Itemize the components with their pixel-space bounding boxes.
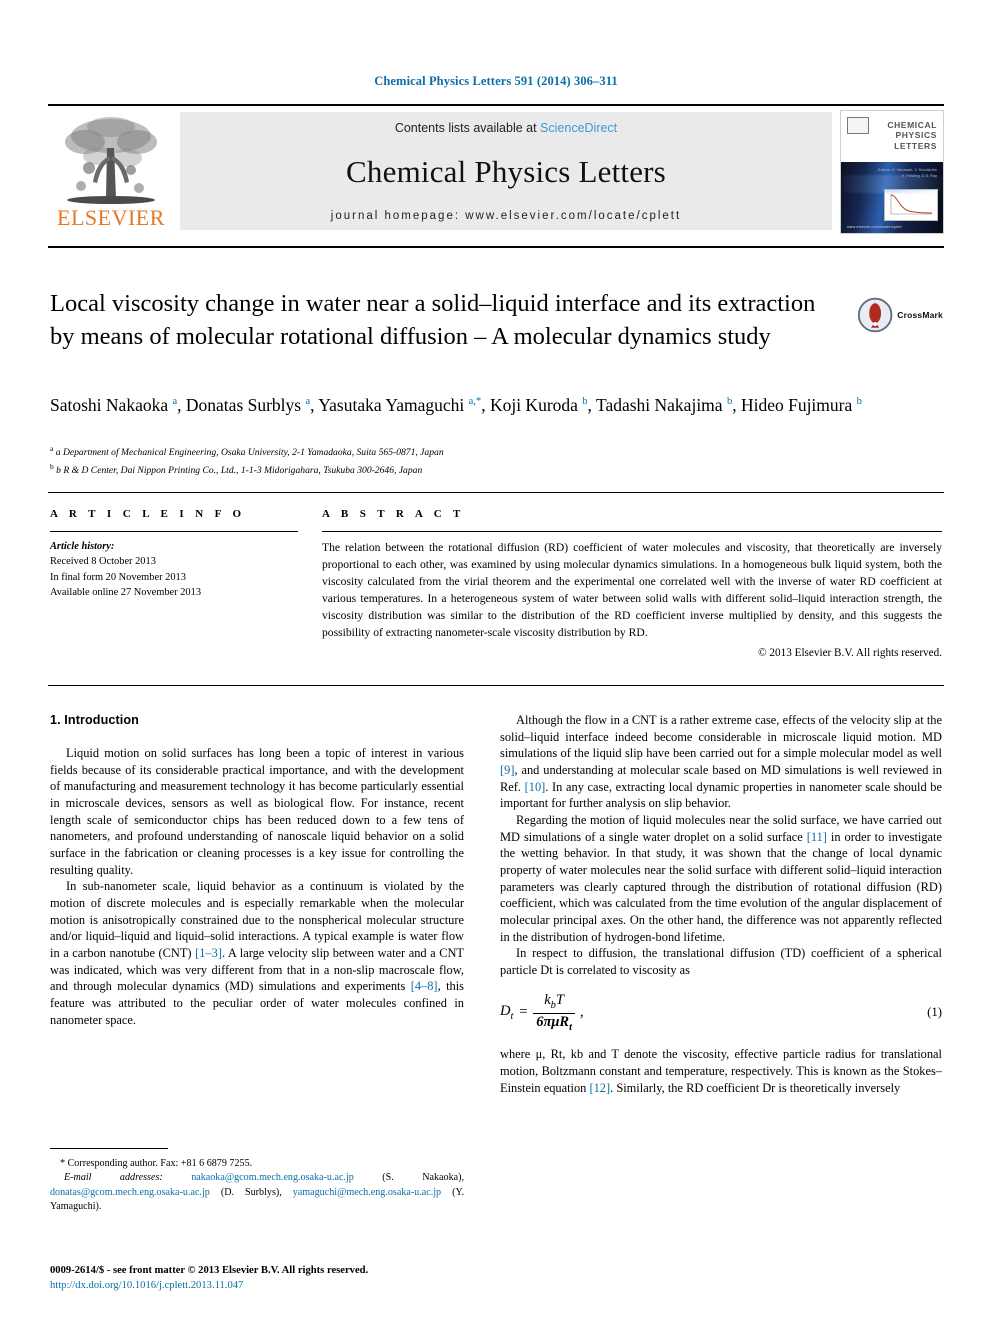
imprint-block: 0009-2614/$ - see front matter © 2013 El… — [50, 1263, 510, 1294]
citation-link[interactable]: [9] — [500, 763, 514, 777]
elsevier-wordmark: ELSEVIER — [57, 205, 165, 230]
article-info-section: A R T I C L E I N F O Article history: R… — [50, 508, 298, 601]
abstract-copyright: © 2013 Elsevier B.V. All rights reserved… — [758, 646, 942, 659]
email-link-2[interactable]: donatas@gcom.mech.eng.osaka-u.ac.jp — [50, 1187, 210, 1198]
article-history-label: Article history: — [50, 541, 115, 552]
crossmark-icon — [857, 297, 893, 333]
crossmark-badge[interactable]: CrossMark — [857, 291, 943, 339]
citation-link[interactable]: [4–8] — [411, 979, 438, 993]
cover-artwork: Editors: D. Neumark, V. Sundström H. Fie… — [841, 162, 943, 233]
cover-url: www.elsevier.com/locate/cplett — [847, 224, 902, 229]
abstract-rule — [322, 531, 942, 532]
equation-1: Dt = kbT 6πμRt , (1) — [500, 991, 942, 1034]
cover-journal-title: CHEMICAL PHYSICS LETTERS — [887, 120, 937, 151]
cover-elsevier-mark-icon — [847, 117, 869, 134]
cover-title-line-2: PHYSICS — [895, 130, 937, 141]
equation-numerator-tail: T — [555, 991, 564, 1008]
email-owner-1: (S. Nakaoka), — [353, 1172, 464, 1184]
footnote-divider — [50, 1148, 168, 1149]
paragraph: Regarding the motion of liquid molecules… — [500, 812, 942, 945]
sciencedirect-link[interactable]: ScienceDirect — [540, 121, 617, 135]
cover-top: CHEMICAL PHYSICS LETTERS — [841, 111, 943, 163]
cover-editors: Editors: D. Neumark, V. Sundström H. Fie… — [878, 168, 937, 179]
abstract-heading: A B S T R A C T — [322, 508, 465, 520]
affiliation-b: b b R & D Center, Dai Nippon Printing Co… — [50, 461, 423, 476]
body-column-right: Although the flow in a CNT is a rather e… — [500, 712, 942, 1096]
paragraph-part: . In any case, extracting local dynamic … — [500, 779, 942, 811]
paragraph-part: in order to investigate the wetting beha… — [500, 829, 942, 944]
cover-title-line-1: CHEMICAL — [887, 120, 937, 130]
article-history-final-form: In final form 20 November 2013 — [50, 571, 186, 583]
article-info-rule — [50, 531, 298, 532]
section-heading-introduction: 1. Introduction — [50, 713, 139, 727]
article-history-received: Received 8 October 2013 — [50, 556, 156, 568]
equation-trailing-comma: , — [580, 1004, 584, 1021]
abstract-section: A B S T R A C T The relation between the… — [322, 508, 942, 659]
doi-link[interactable]: http://dx.doi.org/10.1016/j.cplett.2013.… — [50, 1278, 510, 1293]
cover-editor-line-2: H. Fielding, D.S. Ray — [901, 173, 937, 178]
contents-prefix: Contents lists available at — [394, 121, 541, 135]
elsevier-logo: ELSEVIER — [48, 106, 174, 238]
journal-title: Chemical Physics Letters — [346, 154, 666, 190]
journal-homepage[interactable]: journal homepage: www.elsevier.com/locat… — [331, 210, 681, 222]
paragraph: In sub-nanometer scale, liquid behavior … — [50, 878, 464, 1028]
equation-equals: = — [518, 1004, 529, 1021]
article-info-heading: A R T I C L E I N F O — [50, 508, 246, 520]
paragraph-part: Although the flow in a CNT is a rather e… — [500, 713, 942, 761]
running-head: Chemical Physics Letters 591 (2014) 306–… — [374, 74, 618, 88]
elsevier-tree-icon — [65, 117, 157, 204]
paragraph: Although the flow in a CNT is a rather e… — [500, 712, 942, 812]
citation-link[interactable]: [10] — [525, 780, 546, 794]
journal-banner: Contents lists available at ScienceDirec… — [180, 112, 832, 230]
journal-masthead: ELSEVIER Contents lists available at Sci… — [48, 104, 944, 238]
paragraph: where μ, Rt, kb and T denote the viscosi… — [500, 1046, 942, 1096]
info-band-bottom-divider — [48, 685, 944, 686]
title-divider — [48, 246, 944, 248]
equation-1-body: Dt = kbT 6πμRt , — [500, 991, 584, 1034]
equation-lhs-symbol: D — [500, 1003, 511, 1020]
affiliation-b-text: b R & D Center, Dai Nippon Printing Co.,… — [56, 464, 423, 476]
affiliation-list: a a Department of Mechanical Engineering… — [50, 443, 930, 478]
email-link-1[interactable]: nakaoka@gcom.mech.eng.osaka-u.ac.jp — [191, 1172, 354, 1183]
equation-numerator: kbT — [541, 991, 567, 1013]
equation-fraction: kbT 6πμRt — [533, 991, 575, 1034]
abstract-text: The relation between the rotational diff… — [322, 541, 942, 640]
cover-title-line-3: LETTERS — [894, 140, 937, 151]
cover-inset-plot-icon — [890, 193, 933, 215]
page-title: Local viscosity change in water near a s… — [50, 290, 816, 350]
paragraph: In respect to diffusion, the translation… — [500, 945, 942, 978]
paragraph: Liquid motion on solid surfaces has long… — [50, 745, 464, 877]
citation-link[interactable]: [11] — [807, 830, 827, 844]
email-addresses-note: E-mail addresses: nakaoka@gcom.mech.eng.… — [50, 1171, 464, 1214]
email-owner-2: (D. Surblys), — [209, 1186, 293, 1198]
paragraph-part: In respect to diffusion, the translation… — [500, 946, 942, 978]
email-addresses-label: E-mail addresses: — [64, 1172, 163, 1184]
author-list: Satoshi Nakaoka a, Donatas Surblys a, Ya… — [50, 395, 862, 415]
info-band-top-divider — [48, 492, 944, 493]
footnote-block: * Corresponding author. Fax: +81 6 6879 … — [50, 1157, 464, 1214]
affiliation-a-text: a Department of Mechanical Engineering, … — [55, 447, 444, 459]
equation-lhs-subscript: t — [510, 1011, 514, 1023]
equation-lhs: Dt — [500, 1002, 513, 1024]
journal-article-page: Chemical Physics Letters 591 (2014) 306–… — [0, 0, 992, 1323]
citation-link[interactable]: [12] — [589, 1081, 610, 1095]
article-history-online: Available online 27 November 2013 — [50, 587, 202, 599]
body-column-left: 1. Introduction Liquid motion on solid s… — [50, 712, 464, 1028]
equation-number: (1) — [927, 1005, 942, 1020]
cover-inset-figure — [884, 188, 938, 221]
equation-denominator-symbol: 6πμR — [536, 1013, 570, 1030]
affiliation-a: a a Department of Mechanical Engineering… — [50, 444, 444, 459]
citation-link[interactable]: [1–3] — [195, 946, 222, 960]
crossmark-label: CrossMark — [897, 310, 943, 320]
corresponding-author-note: * Corresponding author. Fax: +81 6 6879 … — [60, 1158, 253, 1169]
equation-denominator-subscript: t — [569, 1021, 572, 1033]
imprint-front-matter: 0009-2614/$ - see front matter © 2013 El… — [50, 1265, 369, 1276]
equation-denominator: 6πμRt — [533, 1012, 575, 1034]
email-link-3[interactable]: yamaguchi@mech.eng.osaka-u.ac.jp — [293, 1187, 441, 1198]
contents-available-line: Contents lists available at ScienceDirec… — [395, 121, 617, 135]
journal-cover-thumbnail: CHEMICAL PHYSICS LETTERS Editors: D. Neu… — [840, 110, 944, 234]
paragraph-part: . Similarly, the RD coefficient Dr is th… — [610, 1080, 901, 1095]
